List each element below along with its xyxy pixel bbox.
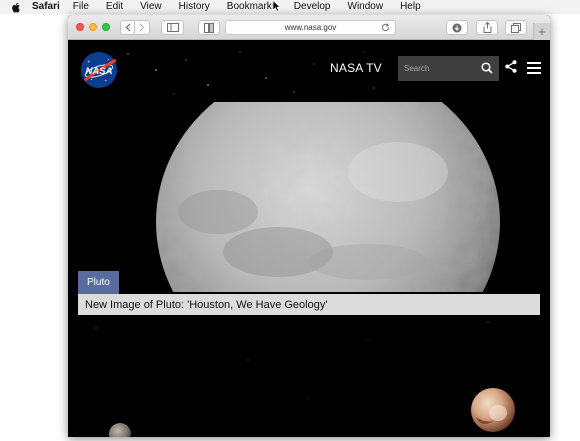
search-icon[interactable]: [481, 62, 493, 74]
share-button[interactable]: [476, 20, 498, 35]
sidebar-icon: [166, 23, 179, 32]
macos-menu-bar: Safari File Edit View History Bookmarks …: [0, 0, 580, 14]
search-input[interactable]: [404, 64, 482, 73]
menu-edit[interactable]: Edit: [106, 0, 123, 14]
chevron-right-icon: [139, 23, 145, 32]
chevron-left-icon: [125, 23, 130, 32]
hero-image[interactable]: [68, 102, 550, 292]
reload-icon[interactable]: [380, 22, 390, 33]
menu-history[interactable]: History: [179, 0, 210, 14]
share-icon[interactable]: [505, 60, 517, 73]
menu-develop[interactable]: Develop: [294, 0, 331, 14]
back-button[interactable]: [120, 20, 135, 35]
menu-view[interactable]: View: [140, 0, 162, 14]
download-icon: [452, 23, 462, 32]
nasa-tv-link[interactable]: NASA TV: [330, 61, 382, 75]
share-icon: [483, 22, 491, 33]
close-window-button[interactable]: [76, 23, 84, 31]
headline-text: New Image of Pluto: 'Houston, We Have Ge…: [85, 298, 328, 311]
tabs-icon: [511, 22, 521, 33]
tab-overview-button[interactable]: [505, 20, 527, 35]
menu-safari[interactable]: Safari: [32, 0, 60, 14]
menu-bookmarks[interactable]: Bookmarks: [227, 0, 277, 14]
forward-button[interactable]: [135, 20, 150, 35]
charon-thumbnail-image: [109, 423, 131, 437]
safari-toolbar: www.nasa.gov +: [68, 15, 550, 40]
search-box: [398, 56, 499, 81]
address-bar[interactable]: www.nasa.gov: [225, 20, 396, 35]
sidebar-toggle-button[interactable]: [161, 20, 184, 35]
category-tag[interactable]: Pluto: [78, 271, 119, 294]
menu-help[interactable]: Help: [400, 0, 421, 14]
downloads-button[interactable]: [446, 20, 468, 35]
safari-window: www.nasa.gov + NASA NASA TV Search Pluto…: [68, 15, 550, 437]
zoom-window-button[interactable]: [102, 23, 110, 31]
show-top-sites-button[interactable]: [198, 20, 220, 35]
menu-file[interactable]: File: [73, 0, 89, 14]
plus-icon: +: [538, 24, 546, 39]
pluto-thumbnail-image: [471, 388, 515, 432]
nasa-page: NASA NASA TV Search Pluto New Image of P…: [68, 40, 550, 437]
new-tab-button[interactable]: +: [533, 23, 550, 40]
mouse-cursor-icon: [272, 0, 282, 12]
nasa-logo[interactable]: NASA: [80, 51, 118, 89]
hamburger-menu-icon[interactable]: [527, 62, 541, 74]
nasa-logo-text: NASA: [86, 66, 113, 77]
apple-icon[interactable]: [9, 1, 23, 13]
feature-headline[interactable]: New Image of Pluto: 'Houston, We Have Ge…: [78, 294, 540, 315]
menu-window[interactable]: Window: [348, 0, 384, 14]
grid-icon: [204, 22, 214, 33]
url-text: www.nasa.gov: [284, 23, 337, 32]
minimize-window-button[interactable]: [89, 23, 97, 31]
